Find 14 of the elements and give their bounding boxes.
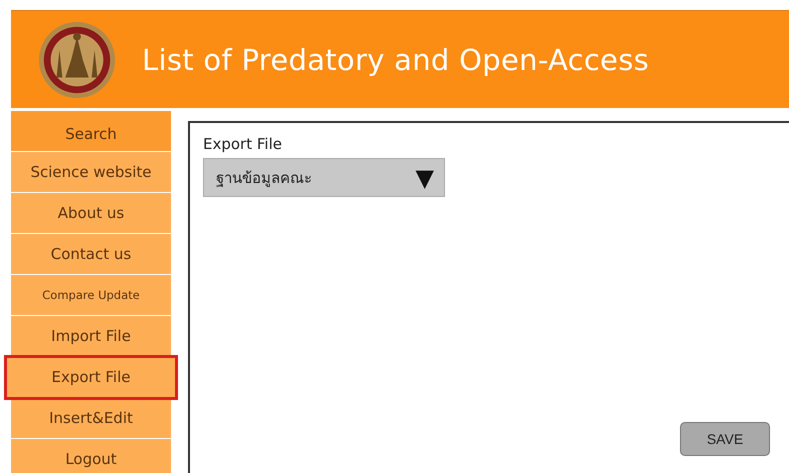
sidebar-item[interactable]: Contact us xyxy=(11,234,171,275)
sidebar-item[interactable]: Compare Update xyxy=(11,275,171,316)
sidebar-item[interactable]: About us xyxy=(11,193,171,234)
seal-logo-icon xyxy=(38,20,116,98)
save-button[interactable]: SAVE xyxy=(680,422,770,456)
sidebar-item[interactable]: Search xyxy=(11,111,171,152)
dropdown-select[interactable]: ฐานข้อมูลคณะ ▼ xyxy=(203,158,445,197)
sidebar-item[interactable]: Logout xyxy=(11,439,171,473)
sidebar-item[interactable]: Science website xyxy=(11,152,171,193)
sidebar-item[interactable]: Insert&Edit xyxy=(11,398,171,439)
field-label: Export File xyxy=(203,135,283,153)
header-title: List of Predatory and Open-Access xyxy=(142,42,650,76)
sidebar-item[interactable]: Export File xyxy=(6,357,176,398)
sidebar-item[interactable]: Import File xyxy=(11,316,171,357)
